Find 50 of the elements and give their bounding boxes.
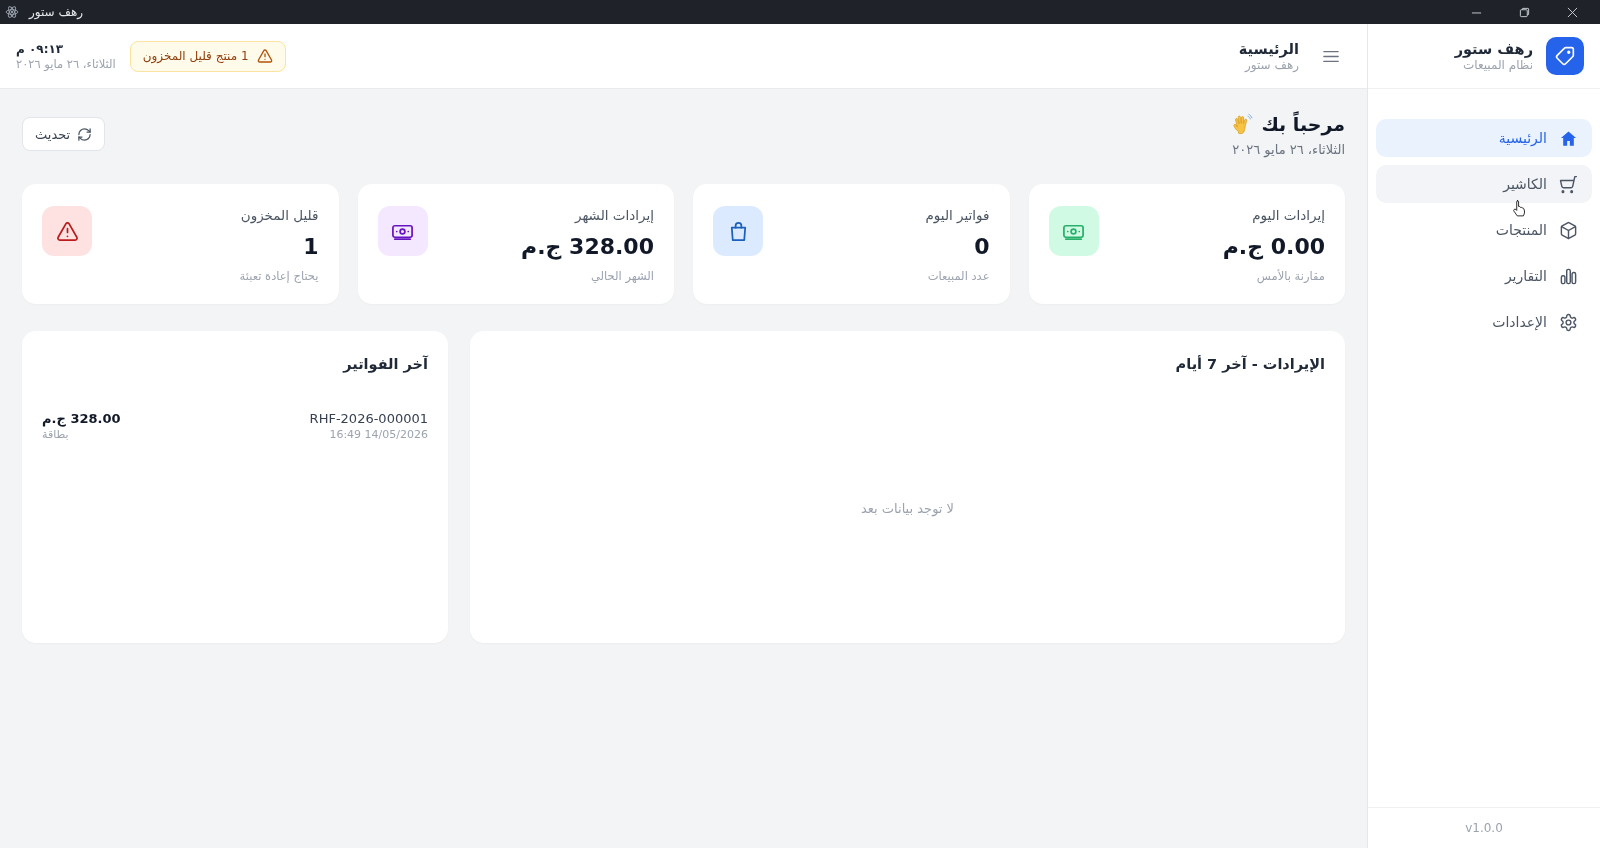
- stat-value: 328.00 ج.م: [521, 233, 654, 262]
- brand-name: رهف ستور: [1454, 40, 1533, 57]
- nav-item[interactable]: الإعدادات: [1376, 303, 1592, 341]
- welcome-date: الثلاثاء، ٢٦ مايو ٢٠٢٦: [1231, 142, 1345, 157]
- stat-caption: عدد المبيعات: [927, 268, 990, 284]
- panel-title: الإيرادات - آخر 7 أيام: [1175, 354, 1325, 375]
- nav-item[interactable]: الكاشير: [1376, 165, 1592, 203]
- welcome-title: مرحباً بك: [1261, 113, 1345, 135]
- brand-subtitle: نظام المبيعات: [1463, 57, 1533, 72]
- stat-title: إيرادات الشهر: [574, 206, 654, 224]
- stat-title: إيرادات اليوم: [1252, 206, 1325, 224]
- version-label: v1.0.0: [1465, 821, 1503, 835]
- bar-chart-icon: [1559, 266, 1578, 286]
- page-title: الرئيسية: [1238, 40, 1299, 57]
- close-icon[interactable]: [1567, 6, 1578, 18]
- low-stock-alert[interactable]: 1 منتج قليل المخزون: [129, 40, 286, 72]
- stat-value: 1: [303, 233, 319, 261]
- stat-value: 0: [974, 233, 990, 261]
- stat-caption: يحتاج إعادة تعبئة: [239, 268, 319, 284]
- invoice-amount: 328.00 ج.م: [42, 411, 121, 426]
- refresh-button[interactable]: تحديث: [22, 117, 106, 151]
- menu-icon[interactable]: [1323, 49, 1339, 63]
- invoice-date: 16:49 14/05/2026: [329, 428, 428, 441]
- nav-item[interactable]: المنتجات: [1376, 211, 1592, 249]
- stat-title: قليل المخزون: [240, 206, 319, 224]
- empty-chart-message: لا توجد بيانات بعد: [861, 500, 955, 516]
- stat-value: 0.00 ج.م: [1222, 233, 1325, 262]
- payment-method: بطاقة: [42, 428, 69, 441]
- stat-caption: الشهر الحالي: [591, 268, 654, 284]
- refresh-icon: [77, 126, 93, 142]
- cart-icon: [1559, 174, 1578, 194]
- invoice-number: RHF-2026-000001: [309, 411, 428, 426]
- clock-time: ٠٩:١٣ م: [16, 41, 64, 56]
- stat-caption: مقارنة بالأمس: [1256, 268, 1325, 284]
- settings-icon: [1559, 312, 1578, 332]
- hand-cursor-icon: [1512, 199, 1526, 217]
- clock-date: الثلاثاء، ٢٦ مايو ٢٠٢٦: [16, 56, 116, 71]
- restore-icon[interactable]: [1519, 6, 1530, 18]
- nav-item[interactable]: التقارير: [1376, 257, 1592, 295]
- stat-title: فواتير اليوم: [925, 206, 990, 224]
- nav-item[interactable]: الرئيسية: [1376, 119, 1592, 157]
- home-icon: [1559, 128, 1578, 148]
- warning-icon: [256, 48, 273, 64]
- box-icon: [1559, 220, 1578, 240]
- page-subtitle: رهف ستور: [1244, 57, 1299, 72]
- panel-title: آخر الفواتير: [343, 354, 428, 375]
- tag-icon: [1546, 37, 1584, 75]
- atom-icon: [5, 5, 19, 19]
- window-title: رهف ستور: [29, 5, 84, 19]
- waving-hand-icon: [1231, 113, 1254, 135]
